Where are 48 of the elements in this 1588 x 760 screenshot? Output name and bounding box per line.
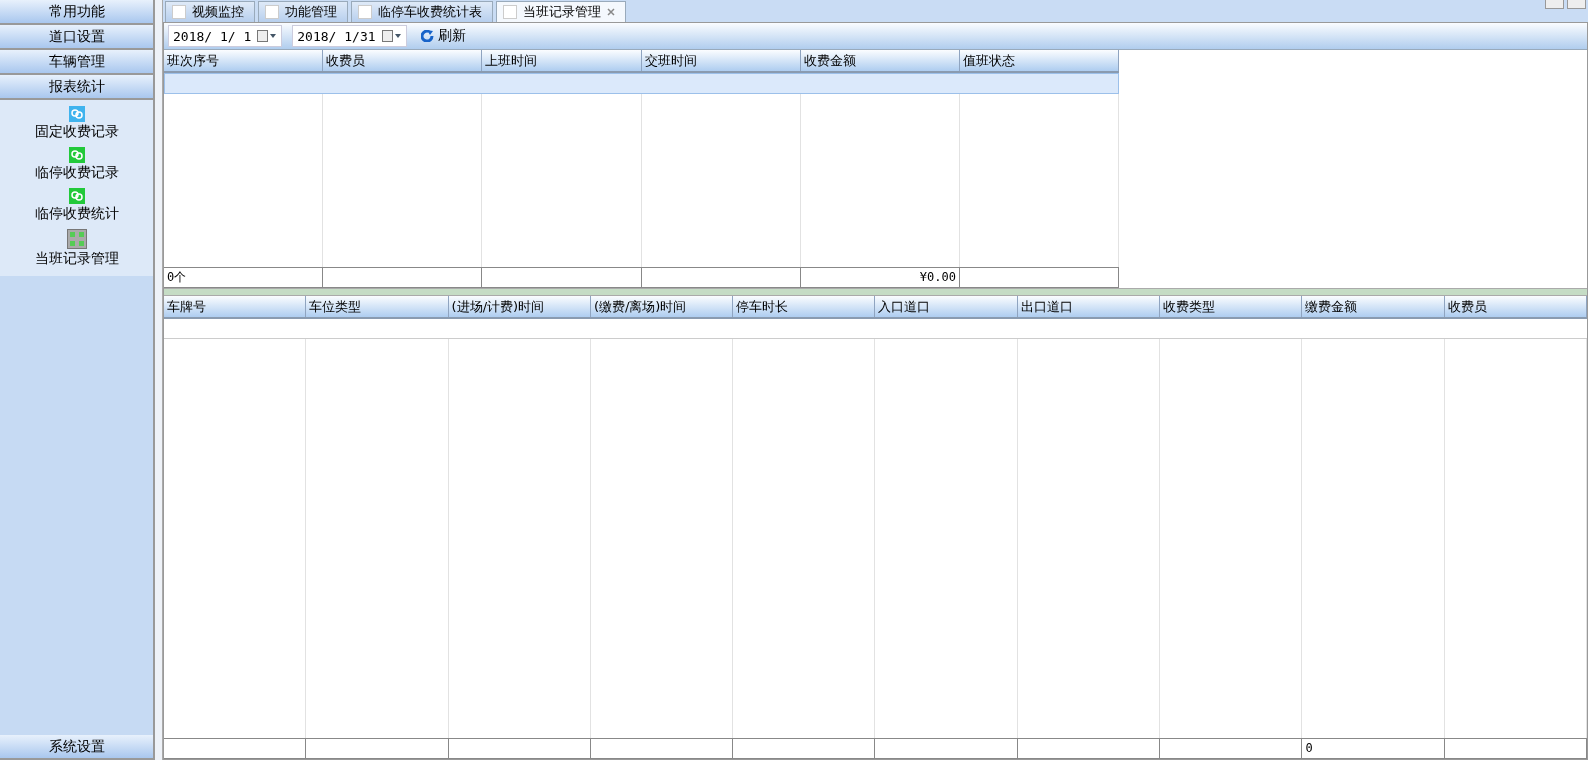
window-button[interactable] — [1545, 0, 1564, 9]
table-row[interactable] — [164, 73, 1119, 94]
calendar-dropdown-icon[interactable] — [381, 30, 402, 42]
sidebar-item[interactable]: 临停收费记录 — [34, 164, 119, 182]
sidebar-section[interactable]: 车辆管理 — [0, 50, 153, 75]
column-header[interactable]: 交班时间 — [641, 50, 801, 71]
column-header[interactable]: 收费类型 — [1160, 296, 1303, 317]
column-header[interactable]: 入口道口 — [875, 296, 1018, 317]
column-header[interactable]: 上班时间 — [482, 50, 642, 71]
footer-cell: 0 — [1302, 739, 1445, 758]
sidebar-item[interactable]: 临停收费统计 — [34, 205, 119, 223]
sidebar-item[interactable]: 当班记录管理 — [34, 250, 119, 268]
calendar-dropdown-icon[interactable] — [257, 30, 278, 42]
grid-icon — [66, 229, 87, 249]
column-header[interactable]: 收费员 — [323, 50, 483, 71]
splitter[interactable] — [164, 288, 1587, 296]
link-icon — [68, 188, 85, 204]
column-header[interactable]: 缴费金额 — [1302, 296, 1445, 317]
tab[interactable]: 临停车收费统计表 — [351, 1, 493, 22]
sidebar-item[interactable]: 固定收费记录 — [34, 123, 119, 141]
column-header[interactable]: (进场/计费)时间 — [448, 296, 591, 317]
date-field[interactable]: 2018/ 1/ 1 — [168, 25, 283, 47]
footer-cell: 0个 — [164, 268, 324, 287]
column-header[interactable]: 收费员 — [1444, 296, 1587, 317]
tab[interactable]: 视频监控 — [165, 1, 255, 22]
column-header[interactable]: 车位类型 — [306, 296, 449, 317]
splitter[interactable] — [155, 0, 163, 760]
tab[interactable]: 功能管理 — [258, 1, 348, 22]
column-header[interactable]: 收费金额 — [800, 50, 960, 71]
sidebar-section[interactable]: 系统设置 — [0, 735, 153, 760]
refresh-button[interactable]: 刷新 — [416, 27, 470, 45]
sidebar-section[interactable]: 常用功能 — [0, 0, 153, 25]
close-icon[interactable] — [607, 8, 615, 16]
column-header[interactable]: 班次序号 — [164, 50, 324, 71]
date-field[interactable]: 2018/ 1/31 — [292, 25, 407, 47]
tab[interactable]: 当班记录管理 — [496, 1, 626, 22]
link-icon — [68, 147, 85, 163]
column-header[interactable]: 值班状态 — [959, 50, 1120, 71]
column-header[interactable]: 停车时长 — [733, 296, 876, 317]
column-header[interactable]: 出口道口 — [1017, 296, 1161, 317]
link-icon — [68, 106, 85, 122]
sidebar-section[interactable]: 报表统计 — [0, 75, 153, 100]
column-header[interactable]: (缴费/离场)时间 — [590, 296, 734, 317]
footer-cell: ¥0.00 — [800, 268, 960, 287]
column-header[interactable]: 车牌号 — [164, 296, 307, 317]
sidebar-section[interactable]: 道口设置 — [0, 25, 153, 50]
refresh-icon — [420, 30, 435, 42]
window-button[interactable] — [1567, 0, 1586, 9]
